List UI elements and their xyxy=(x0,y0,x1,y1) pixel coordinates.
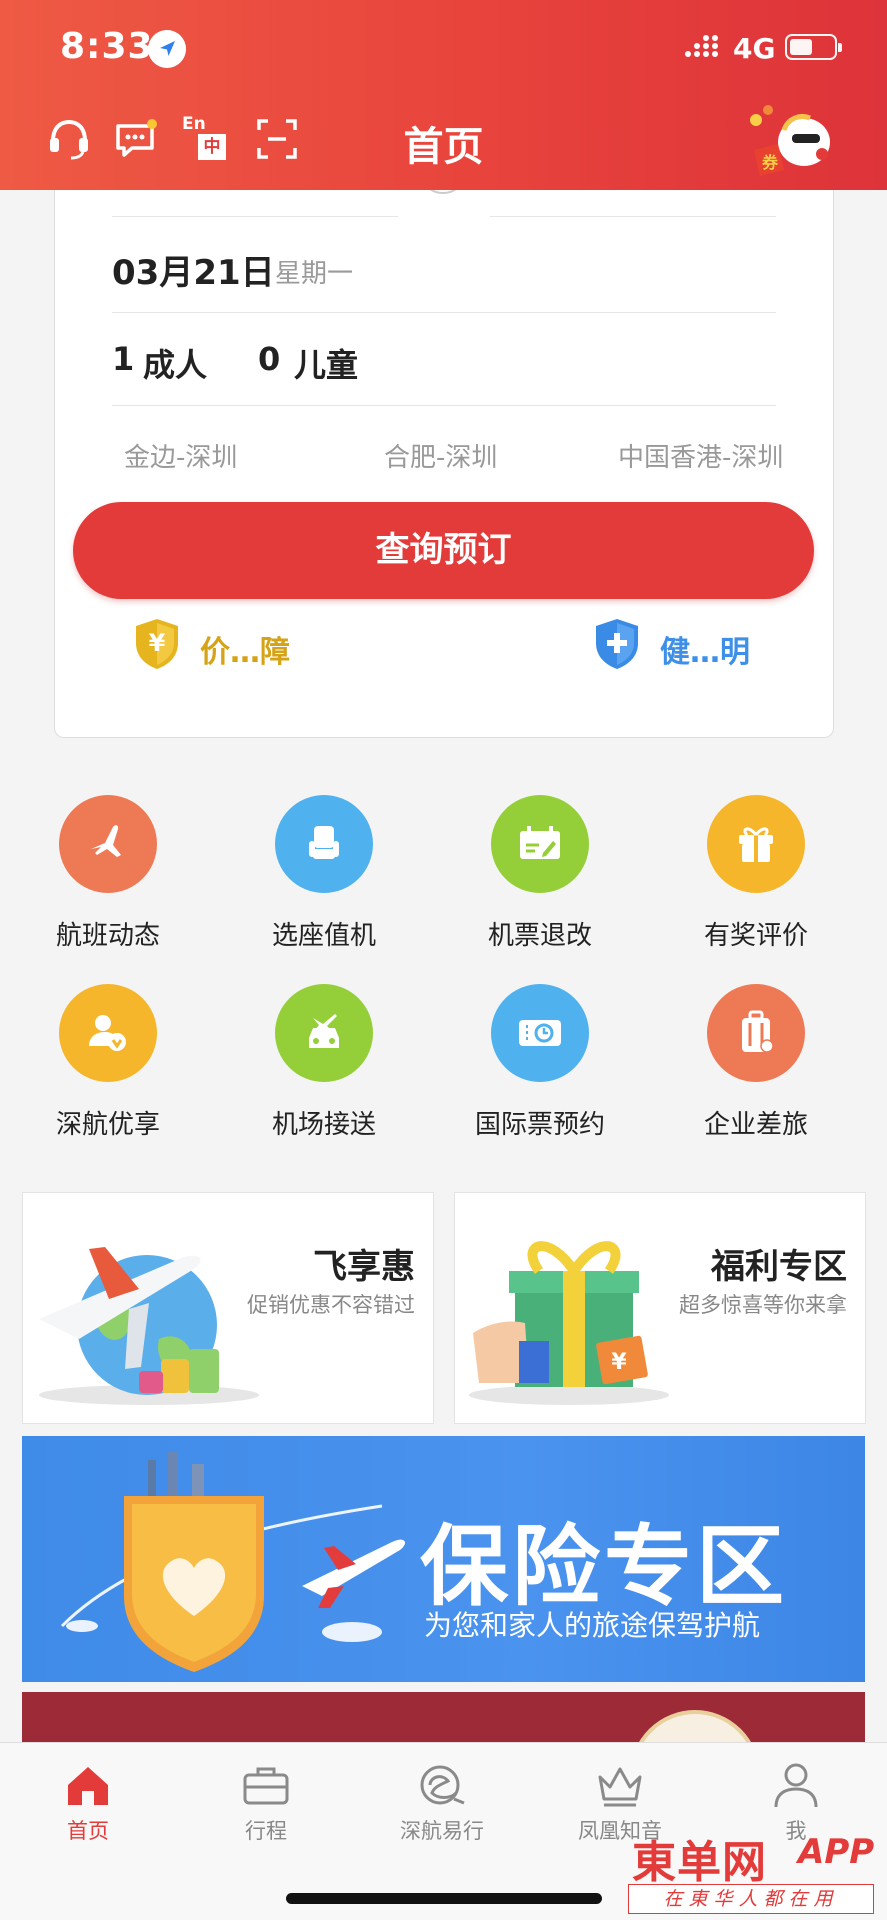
watermark-logo: 東单网 APP 在東华人都在用 xyxy=(620,1826,882,1916)
children-count[interactable]: 0 xyxy=(258,340,280,378)
tab-label: 首页 xyxy=(67,1819,109,1843)
recent-route-3[interactable]: 中国香港-深圳 xyxy=(618,437,783,474)
tab-easy-travel[interactable]: 深航易行 xyxy=(372,1759,512,1845)
plane-icon xyxy=(59,795,157,893)
promo-subtitle: 超多惊喜等你来拿 xyxy=(679,1293,847,1317)
status-time: 8:33 xyxy=(60,26,154,67)
plane-globe-illustration xyxy=(39,1247,259,1405)
query-booking-button[interactable]: 查询预订 xyxy=(73,502,814,599)
mascot-coupon-label: 券 xyxy=(761,153,779,172)
service-label: 机票退改 xyxy=(487,921,592,951)
home-indicator[interactable] xyxy=(286,1893,602,1904)
insurance-banner[interactable]: 保险专区 为您和家人的旅途保驾护航 xyxy=(22,1436,865,1682)
battery-icon xyxy=(785,34,842,60)
promo-subtitle: 促销优惠不容错过 xyxy=(247,1293,415,1317)
recent-route-1[interactable]: 金边-深圳 xyxy=(124,437,237,474)
service-airport-transfer[interactable]: 机场接送 xyxy=(224,984,424,1141)
service-label: 深航优享 xyxy=(55,1110,160,1140)
tab-itinerary[interactable]: 行程 xyxy=(196,1759,336,1845)
briefcase-icon xyxy=(243,1767,289,1805)
health-notice-label: 健…明 xyxy=(660,635,750,670)
service-label: 有奖评价 xyxy=(703,921,808,951)
insurance-subtitle: 为您和家人的旅途保驾护航 xyxy=(424,1609,761,1642)
tab-label: 深航易行 xyxy=(400,1819,484,1843)
seat-icon xyxy=(275,795,373,893)
service-label: 航班动态 xyxy=(55,921,160,951)
promo-welfare-zone[interactable]: ¥ 福利专区 超多惊喜等你来拿 xyxy=(454,1192,866,1424)
car-icon xyxy=(275,984,373,1082)
adults-label[interactable]: 成人 xyxy=(143,340,207,386)
price-guarantee-link[interactable]: ¥ 价…障 xyxy=(134,617,334,673)
service-corporate-travel[interactable]: 企业差旅 xyxy=(656,984,856,1141)
children-label[interactable]: 儿童 xyxy=(294,340,358,386)
user-icon xyxy=(774,1763,818,1808)
service-intl-booking[interactable]: 国际票预约 xyxy=(440,984,640,1141)
watermark-brand: 東单网 xyxy=(632,1837,767,1888)
adults-count[interactable]: 1 xyxy=(112,340,134,378)
promo-title: 飞享惠 xyxy=(313,1247,415,1287)
promo-title: 福利专区 xyxy=(711,1247,847,1287)
insurance-shield-illustration xyxy=(60,1452,406,1672)
tab-home[interactable]: 首页 xyxy=(18,1759,158,1845)
health-notice-link[interactable]: 健…明 xyxy=(594,617,794,673)
clock-ticket-icon xyxy=(491,984,589,1082)
vip-user-icon xyxy=(59,984,157,1082)
crown-icon xyxy=(598,1767,642,1807)
luggage-icon xyxy=(707,984,805,1082)
promo-flight-deals[interactable]: 飞享惠 促销优惠不容错过 xyxy=(22,1192,434,1424)
yen-shield-icon: ¥ xyxy=(136,619,178,669)
departure-weekday: 星期一 xyxy=(275,259,354,289)
svg-text:¥: ¥ xyxy=(149,629,166,657)
easy-travel-icon xyxy=(420,1765,465,1805)
service-flight-status[interactable]: 航班动态 xyxy=(8,795,208,952)
tab-label: 行程 xyxy=(245,1819,287,1843)
ticket-edit-icon xyxy=(491,795,589,893)
divider xyxy=(112,216,398,217)
service-label: 选座值机 xyxy=(271,921,376,951)
recent-route-2[interactable]: 合肥-深圳 xyxy=(384,437,497,474)
departure-date[interactable]: 03月21日 xyxy=(112,245,275,294)
home-icon xyxy=(68,1767,108,1805)
medical-shield-icon xyxy=(596,619,638,669)
service-refund-change[interactable]: 机票退改 xyxy=(440,795,640,952)
gift-icon xyxy=(707,795,805,893)
svg-text:¥: ¥ xyxy=(611,1350,627,1375)
price-guarantee-label: 价…障 xyxy=(200,635,290,670)
service-seat-checkin[interactable]: 选座值机 xyxy=(224,795,424,952)
app-header: 8:33 4G En 中 首页 券 xyxy=(0,0,887,190)
service-rated-review[interactable]: 有奖评价 xyxy=(656,795,856,952)
watermark-app: APP xyxy=(798,1832,875,1872)
gift-thumbs-illustration: ¥ xyxy=(469,1241,669,1405)
mascot-coupon-icon[interactable]: 券 xyxy=(744,100,840,182)
divider xyxy=(112,405,776,406)
service-member-benefits[interactable]: 深航优享 xyxy=(8,984,208,1141)
watermark-slogan: 在東华人都在用 xyxy=(628,1884,874,1914)
divider xyxy=(490,216,776,217)
divider xyxy=(112,312,776,313)
status-bar: 8:33 4G xyxy=(0,24,887,74)
service-label: 国际票预约 xyxy=(474,1110,605,1140)
service-label: 机场接送 xyxy=(271,1110,376,1140)
signal-icon xyxy=(685,35,718,57)
network-type: 4G xyxy=(733,32,776,65)
location-arrow-icon xyxy=(148,30,186,68)
service-label: 企业差旅 xyxy=(703,1110,808,1140)
screen: 03月21日 星期一 1 成人 0 儿童 金边-深圳 合肥-深圳 中国香港-深圳… xyxy=(0,0,887,1920)
